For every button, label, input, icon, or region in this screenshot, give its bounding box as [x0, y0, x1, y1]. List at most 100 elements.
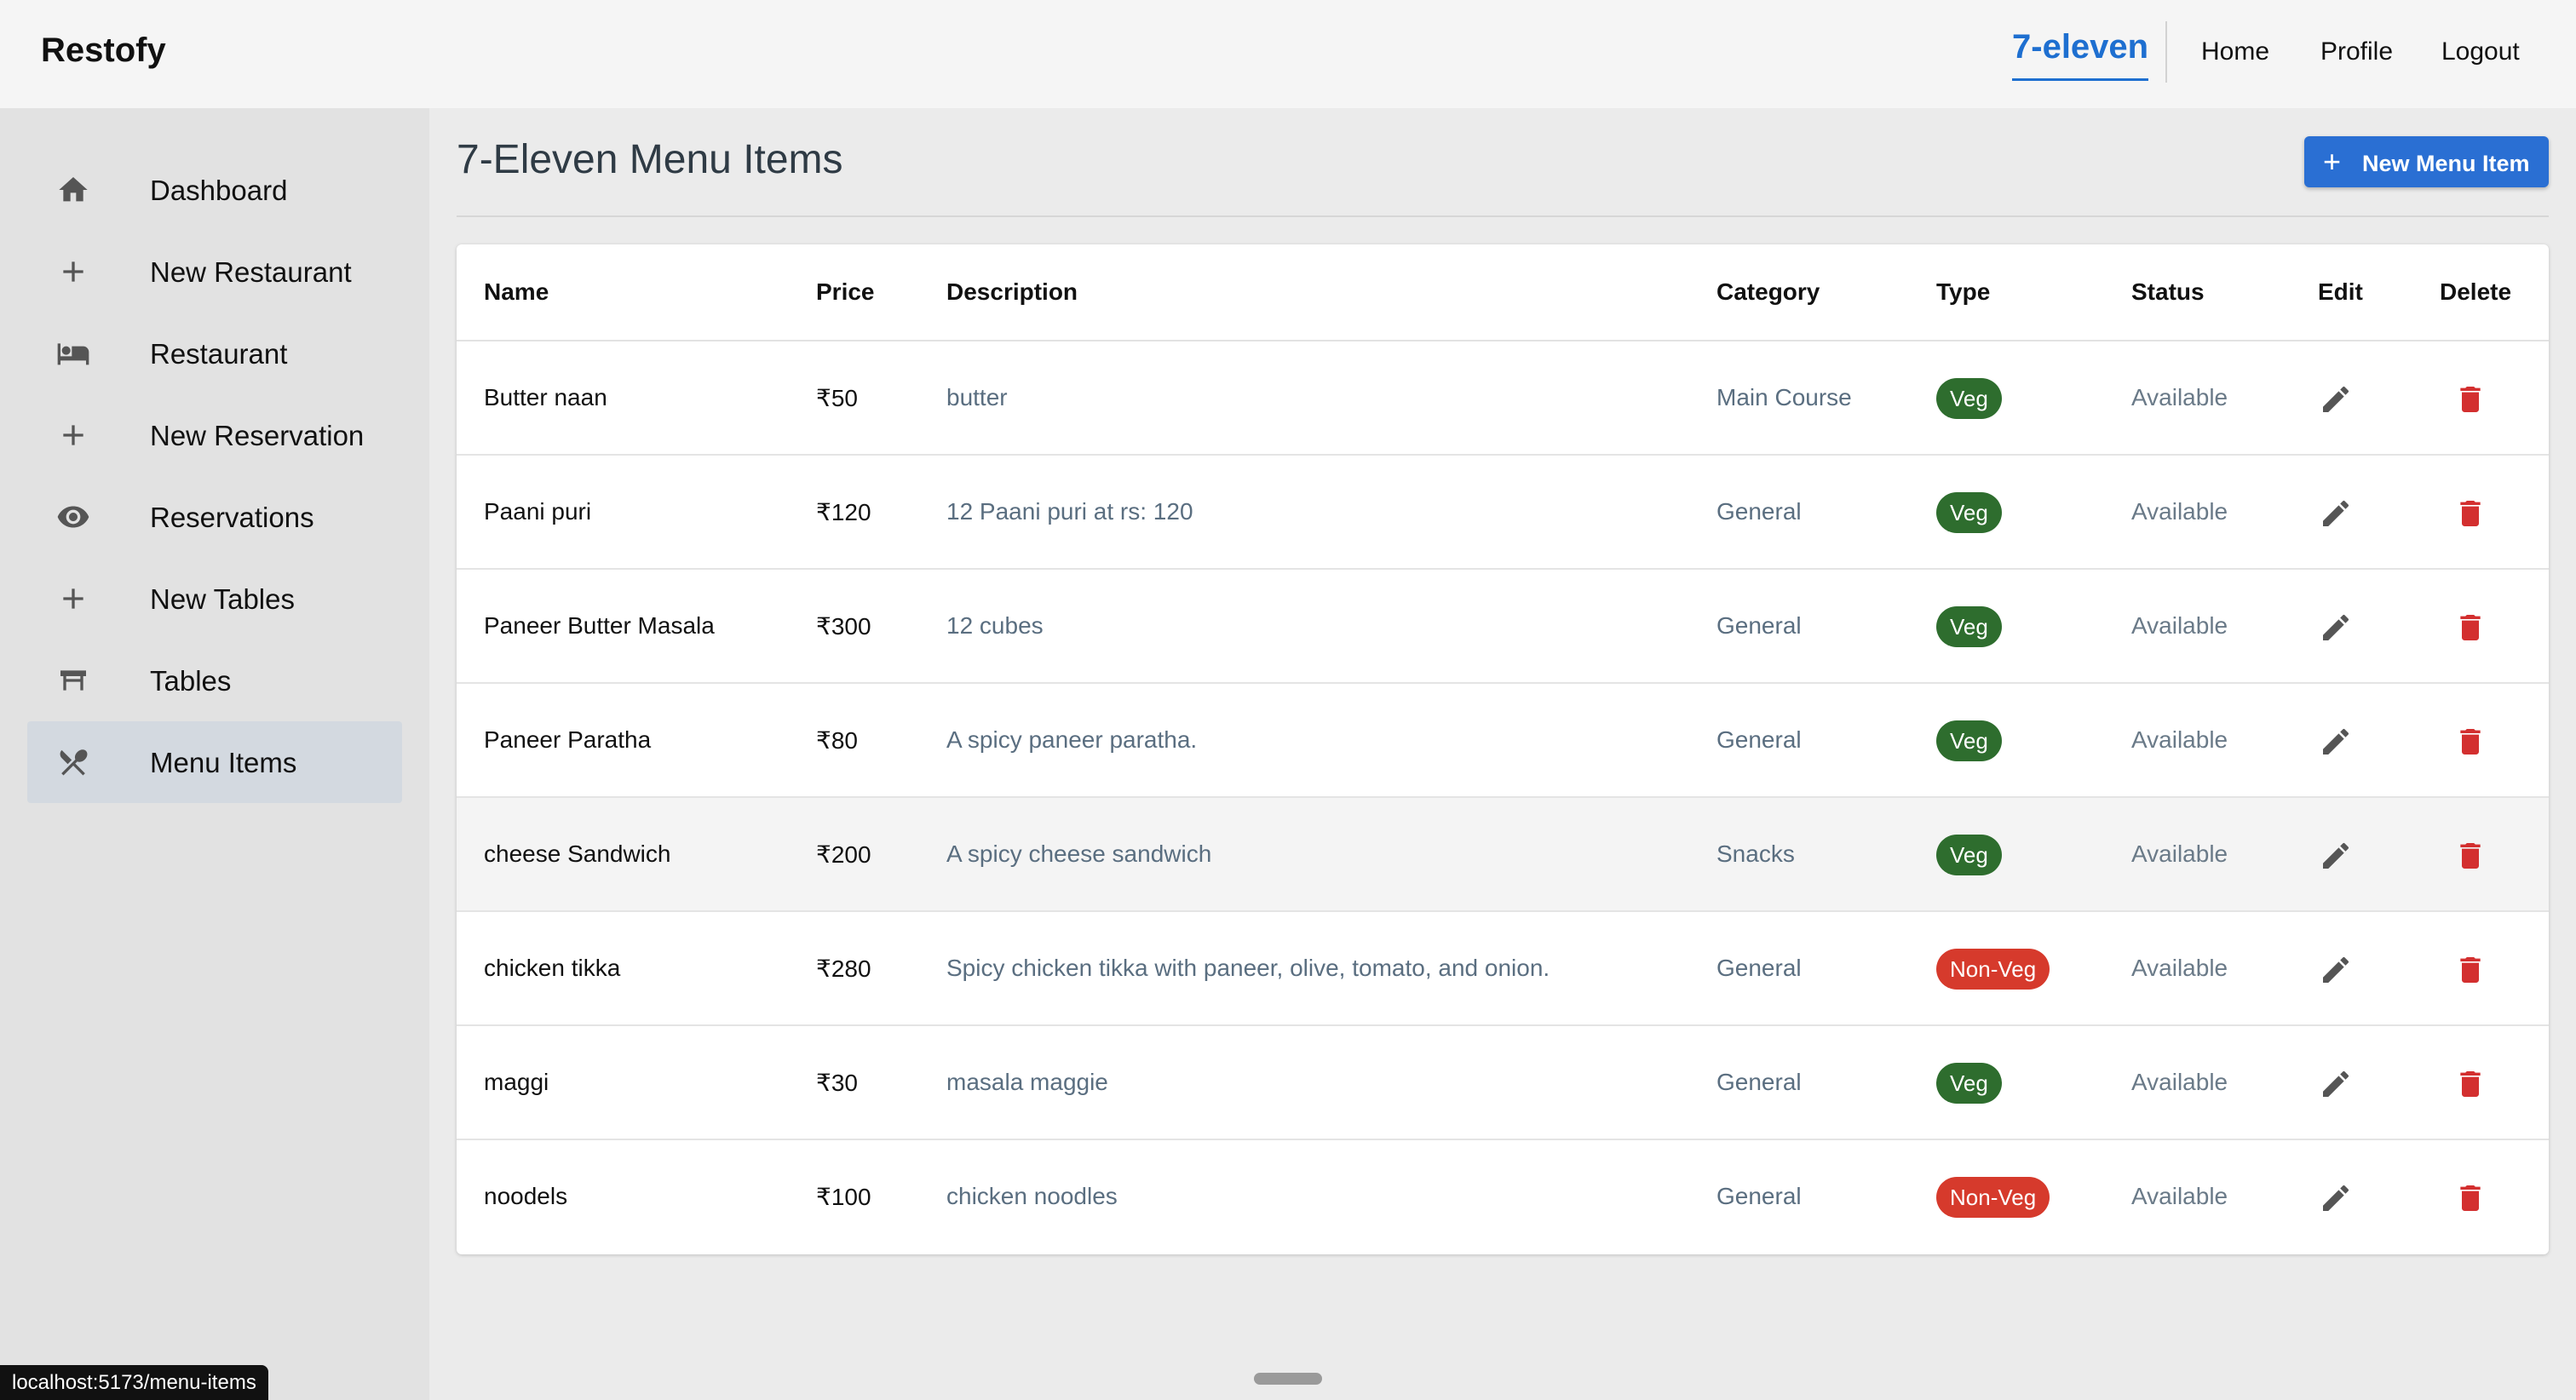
item-status: Available	[2131, 1069, 2228, 1095]
item-description: Spicy chicken tikka with paneer, olive, …	[946, 955, 1550, 981]
item-price: ₹100	[816, 1184, 871, 1210]
sidebar-item-reservations[interactable]: Reservations	[27, 476, 402, 558]
item-price: ₹120	[816, 499, 871, 525]
brand-logo[interactable]: Restofy	[41, 32, 166, 70]
edit-icon[interactable]	[2317, 609, 2355, 646]
item-status: Available	[2131, 498, 2228, 525]
item-category: General	[1716, 612, 1802, 639]
sidebar-item-label: New Tables	[150, 583, 295, 615]
type-badge: Veg	[1936, 606, 2002, 647]
item-name: noodels	[484, 1183, 568, 1209]
column-header-name[interactable]: Name	[484, 278, 549, 306]
type-badge: Veg	[1936, 1063, 2002, 1104]
sidebar-item-menu-items[interactable]: Menu Items	[27, 721, 402, 803]
table-row[interactable]: chicken tikka ₹280 Spicy chicken tikka w…	[457, 912, 2549, 1026]
item-name: Paneer Butter Masala	[484, 612, 715, 639]
type-badge: Veg	[1936, 720, 2002, 761]
nav-profile-link[interactable]: Profile	[2320, 37, 2393, 66]
edit-icon[interactable]	[2317, 951, 2355, 989]
sidebar-item-restaurant[interactable]: Restaurant	[27, 313, 402, 394]
sidebar-item-new-tables[interactable]: New Tables	[27, 558, 402, 640]
column-header-type[interactable]: Type	[1936, 278, 1990, 306]
sidebar-item-label: Tables	[150, 665, 232, 697]
item-status: Available	[2131, 1183, 2228, 1209]
nav-logout-link[interactable]: Logout	[2441, 37, 2520, 66]
item-price: ₹200	[816, 841, 871, 868]
new-menu-item-button[interactable]: + New Menu Item	[2304, 136, 2549, 187]
bed-icon	[56, 336, 90, 370]
nav-home-link[interactable]: Home	[2201, 37, 2269, 66]
column-header-edit: Edit	[2318, 278, 2363, 305]
restaurant-switcher[interactable]: 7-eleven	[2012, 28, 2149, 81]
sidebar-item-label: Restaurant	[150, 338, 288, 370]
delete-icon[interactable]	[2452, 495, 2489, 532]
table-row[interactable]: Paani puri ₹120 12 Paani puri at rs: 120…	[457, 456, 2549, 570]
scroll-handle[interactable]	[1254, 1373, 1322, 1385]
item-status: Available	[2131, 384, 2228, 410]
browser-status-url: localhost:5173/menu-items	[0, 1365, 268, 1400]
item-price: ₹300	[816, 613, 871, 640]
sidebar-item-label: Menu Items	[150, 747, 297, 778]
edit-icon[interactable]	[2317, 837, 2355, 875]
type-badge: Non-Veg	[1936, 949, 2050, 990]
item-name: Paani puri	[484, 498, 592, 525]
table-header: Name Price Description Category Type Sta…	[457, 244, 2549, 341]
menu-items-table: Name Price Description Category Type Sta…	[457, 244, 2549, 1254]
plus-icon	[56, 418, 90, 452]
edit-icon[interactable]	[2317, 723, 2355, 760]
item-price: ₹80	[816, 727, 858, 754]
table-row[interactable]: cheese Sandwich ₹200 A spicy cheese sand…	[457, 798, 2549, 912]
column-header-delete: Delete	[2440, 278, 2512, 305]
delete-icon[interactable]	[2452, 1179, 2489, 1217]
item-category: General	[1716, 1183, 1802, 1209]
sidebar-item-new-restaurant[interactable]: New Restaurant	[27, 231, 402, 313]
sidebar-item-tables[interactable]: Tables	[27, 640, 402, 721]
nav-divider	[2165, 21, 2167, 83]
column-header-category[interactable]: Category	[1716, 278, 1820, 306]
item-description: 12 cubes	[946, 612, 1044, 639]
column-header-status[interactable]: Status	[2131, 278, 2205, 306]
sidebar-item-label: New Reservation	[150, 420, 365, 451]
item-price: ₹30	[816, 1070, 858, 1096]
item-category: General	[1716, 498, 1802, 525]
plus-icon: +	[2323, 144, 2342, 179]
utensils-icon	[56, 745, 90, 779]
table-row[interactable]: Paneer Paratha ₹80 A spicy paneer parath…	[457, 684, 2549, 798]
item-name: maggi	[484, 1069, 549, 1095]
edit-icon[interactable]	[2317, 1179, 2355, 1217]
delete-icon[interactable]	[2452, 723, 2489, 760]
type-badge: Veg	[1936, 492, 2002, 533]
table-row[interactable]: maggi ₹30 masala maggie General Veg Avai…	[457, 1026, 2549, 1140]
column-header-description[interactable]: Description	[946, 278, 1078, 306]
sidebar-item-label: Reservations	[150, 502, 314, 533]
edit-icon[interactable]	[2317, 381, 2355, 418]
table-row[interactable]: Paneer Butter Masala ₹300 12 cubes Gener…	[457, 570, 2549, 684]
delete-icon[interactable]	[2452, 951, 2489, 989]
item-price: ₹50	[816, 385, 858, 411]
eye-icon	[56, 500, 90, 534]
item-name: Paneer Paratha	[484, 726, 652, 753]
sidebar-item-dashboard[interactable]: Dashboard	[27, 149, 402, 231]
item-name: Butter naan	[484, 384, 607, 410]
sidebar: Dashboard New Restaurant Restaurant New …	[0, 108, 429, 1400]
delete-icon[interactable]	[2452, 381, 2489, 418]
delete-icon[interactable]	[2452, 609, 2489, 646]
type-badge: Veg	[1936, 835, 2002, 875]
delete-icon[interactable]	[2452, 1065, 2489, 1103]
item-description: A spicy paneer paratha.	[946, 726, 1198, 753]
item-status: Available	[2131, 612, 2228, 639]
item-description: butter	[946, 384, 1008, 410]
edit-icon[interactable]	[2317, 1065, 2355, 1103]
item-status: Available	[2131, 726, 2228, 753]
column-header-price[interactable]: Price	[816, 278, 875, 306]
delete-icon[interactable]	[2452, 837, 2489, 875]
table-row[interactable]: Butter naan ₹50 butter Main Course Veg A…	[457, 341, 2549, 456]
sidebar-item-new-reservation[interactable]: New Reservation	[27, 394, 402, 476]
item-status: Available	[2131, 841, 2228, 867]
type-badge: Non-Veg	[1936, 1177, 2050, 1218]
edit-icon[interactable]	[2317, 495, 2355, 532]
table-row[interactable]: noodels ₹100 chicken noodles General Non…	[457, 1140, 2549, 1254]
table-icon	[56, 663, 90, 697]
item-category: General	[1716, 726, 1802, 753]
plus-icon	[56, 582, 90, 616]
